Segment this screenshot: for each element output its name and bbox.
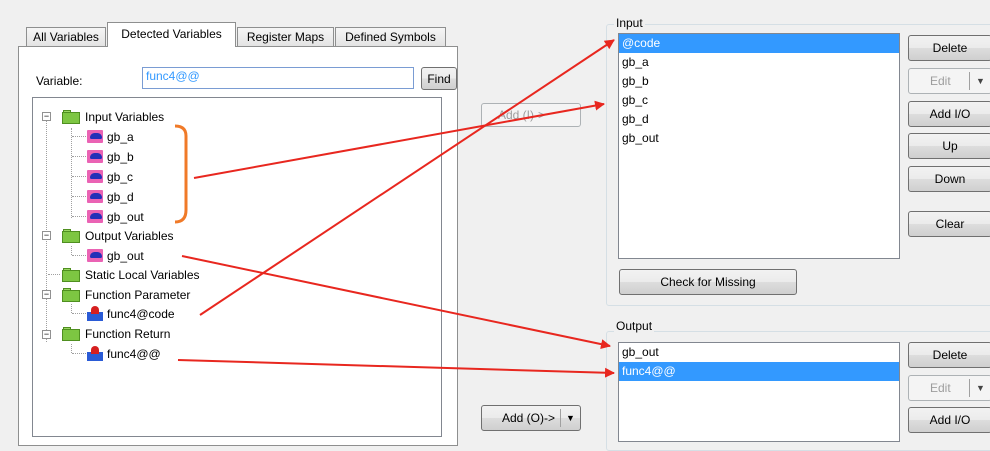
arrow-annotation: [181, 255, 611, 350]
tab-detected-variables[interactable]: Detected Variables: [107, 22, 236, 47]
arrow-annotation: [193, 100, 605, 179]
annotation-overlay: [174, 39, 615, 378]
arrow-annotation: [177, 359, 615, 378]
bracket-annotation: [174, 124, 188, 224]
